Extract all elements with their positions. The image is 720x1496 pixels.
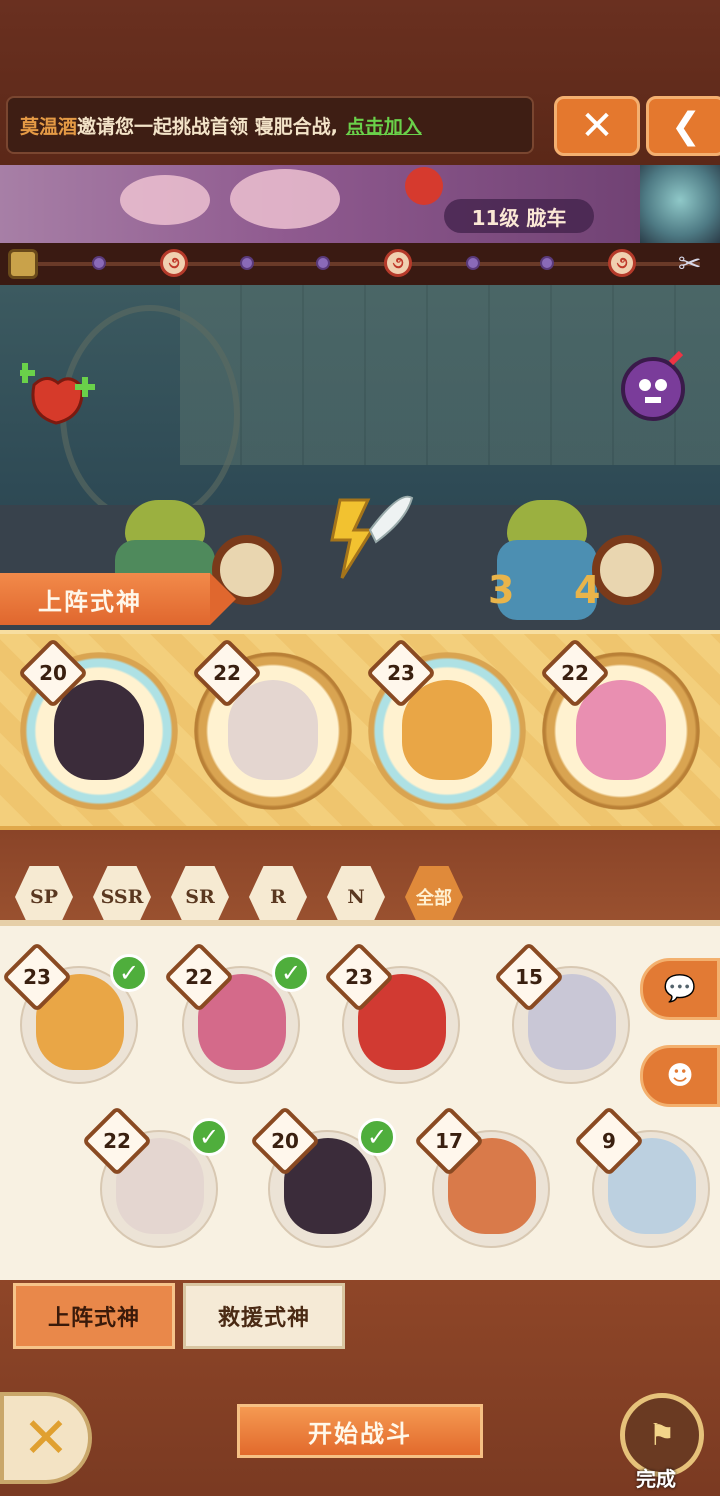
blossom-decoration [120,175,210,225]
shikigami-portrait [402,680,492,780]
boss-swirl-icon: ૭ [608,249,636,277]
roster-card[interactable]: 22 ✓ [81,1105,228,1248]
start-battle-button[interactable]: 开始战斗 [237,1404,483,1458]
filter-sp[interactable]: SP [15,866,73,928]
skull-bomb-icon[interactable] [615,345,695,425]
roster-card[interactable]: 23 ✓ [1,941,148,1084]
done-label: 完成 [636,1467,676,1491]
stage-label: 11级 胧车 [444,199,594,233]
boss-portrait [640,165,720,243]
cancel-button[interactable]: ✕ [0,1392,92,1484]
selected-check-icon: ✓ [190,1118,228,1156]
back-arrow-icon: ❮ [670,105,702,147]
roster-card[interactable]: 17 [413,1105,560,1248]
join-link[interactable]: 点击加入 [346,112,422,139]
waypoint-dot [466,256,480,270]
filter-all[interactable]: 全部 [405,866,463,928]
progress-track: ૭ ૭ ૭ ✂ [0,243,720,285]
roster-card[interactable]: 9 [573,1105,720,1248]
boss-swirl-icon: ૭ [384,249,412,277]
red-moon [405,167,443,205]
track-line [20,262,700,266]
filter-r[interactable]: R [249,866,307,928]
counter-digit: 4 [574,568,601,612]
shikigami-portrait [228,680,318,780]
chat-icon: 💬 [663,974,697,1004]
shikigami-portrait [54,680,144,780]
done-button[interactable]: ⚑ 完成 [608,1393,712,1493]
lineup-slot-2[interactable]: 22 [191,637,352,810]
track-start-icon [8,249,38,279]
winged-lightning-icon [330,495,414,579]
roster-card[interactable]: 15 [493,941,640,1084]
waypoint-dot [316,256,330,270]
shikigami-portrait [576,680,666,780]
roster-card[interactable]: 20 ✓ [249,1105,396,1248]
waypoint-dot [240,256,254,270]
inviter-name: 莫温酒 [20,115,78,138]
filter-n[interactable]: N [327,866,385,928]
selected-check-icon: ✓ [272,954,310,992]
back-button[interactable]: ❮ [646,96,720,156]
invite-banner[interactable]: 莫温酒 邀请您一起挑战首领 寝肥合战, 点击加入 [6,96,534,154]
filter-ssr[interactable]: SSR [93,866,151,928]
counter-digit: 3 [488,568,515,612]
close-invite-button[interactable]: ✕ [554,96,640,156]
waypoint-dot [540,256,554,270]
chat-button[interactable]: 💬 [640,958,720,1020]
roster-card[interactable]: 23 [323,941,470,1084]
waypoint-dot [92,256,106,270]
boss-swirl-icon: ૭ [160,249,188,277]
close-icon: ✕ [22,1405,70,1471]
filter-sr[interactable]: SR [171,866,229,928]
tab-lineup[interactable]: 上阵式神 [13,1283,175,1349]
rarity-filters: SP SSR SR R N 全部 [15,866,463,928]
selected-check-icon: ✓ [358,1118,396,1156]
lineup-slot-4[interactable]: 22 [539,637,700,810]
lineup-slot-3[interactable]: 23 [365,637,526,810]
close-icon: ✕ [580,103,614,149]
shikigami-info-button[interactable]: ☻ [640,1045,720,1107]
shikigami-icon: ☻ [666,1061,694,1091]
scissors-icon: ✂ [678,247,702,280]
selected-check-icon: ✓ [110,954,148,992]
stage-banner: 11级 胧车 [0,165,720,243]
lineup-slot-1[interactable]: 20 [17,637,178,810]
heal-apple-icon[interactable] [20,355,98,427]
tab-rescue[interactable]: 救援式神 [183,1283,345,1349]
blossom-decoration [230,169,340,229]
drum-right [592,535,662,605]
roster-card[interactable]: 22 ✓ [163,941,310,1084]
lineup-panel: 20 22 23 22 [0,630,720,830]
invite-message: 邀请您一起挑战首领 寝肥合战, [77,115,338,138]
lineup-label: 上阵式神 [0,573,236,625]
